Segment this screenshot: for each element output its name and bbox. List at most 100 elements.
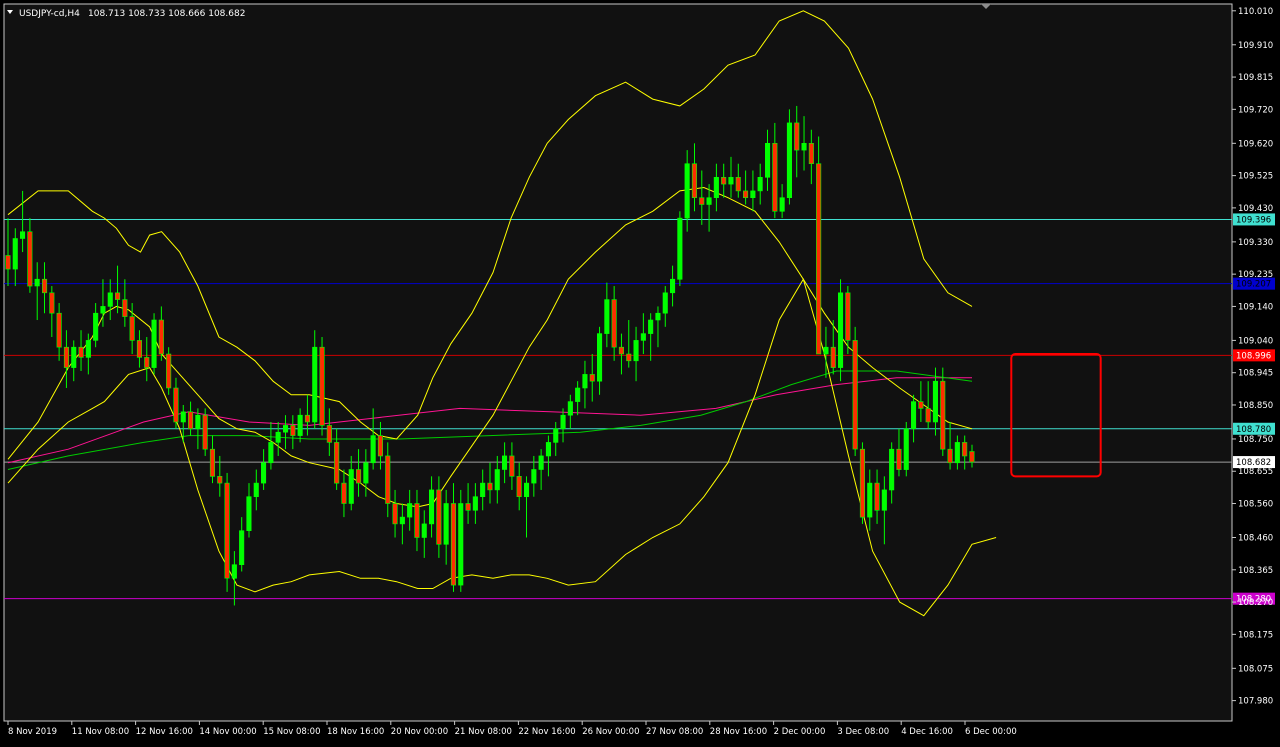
candle-bull <box>706 197 712 205</box>
chart-header: USDJPY-cd,H4 108.713 108.733 108.666 108… <box>7 9 245 19</box>
candle-bear <box>940 380 946 450</box>
candle-bear <box>516 475 522 497</box>
candle-bull <box>954 442 960 464</box>
x-tick-label: 20 Nov 00:00 <box>391 727 448 737</box>
y-tick-label: 109.330 <box>1238 238 1273 248</box>
candle-bear <box>202 414 208 450</box>
candle-bear <box>129 316 135 341</box>
candle-bull <box>932 380 939 423</box>
candle-bear <box>385 455 391 504</box>
candle-bear <box>5 255 11 270</box>
candle-bull <box>312 346 318 423</box>
candle-bull <box>779 197 785 212</box>
candle-bull <box>560 414 566 430</box>
candle-bull <box>889 448 895 491</box>
candle-bear <box>742 190 749 198</box>
candle-bear <box>355 469 362 484</box>
x-tick-label: 6 Dec 00:00 <box>965 727 1017 737</box>
candle-bull <box>151 319 157 368</box>
y-tick-label: 108.655 <box>1238 467 1273 477</box>
price-tag-label: 108.996 <box>1236 351 1271 361</box>
candle-bull <box>764 143 771 178</box>
y-tick-label: 109.720 <box>1238 105 1273 115</box>
candle-bull <box>501 455 508 470</box>
candle-bull <box>363 462 369 484</box>
candle-bear <box>414 503 420 538</box>
candle-bear <box>224 482 230 579</box>
candle-bear <box>699 197 705 205</box>
candle-bear <box>691 163 698 198</box>
candle-bear <box>794 122 800 151</box>
y-tick-label: 109.620 <box>1238 139 1273 149</box>
candle-bull <box>713 177 719 199</box>
candle-bull <box>472 496 478 511</box>
candle-bear <box>341 482 347 504</box>
candle-bull <box>239 530 245 566</box>
candle-bear <box>611 299 617 348</box>
candle-bull <box>684 163 690 219</box>
y-tick-label: 108.560 <box>1238 500 1273 510</box>
candle-bear <box>334 442 340 484</box>
candle-bull <box>757 177 763 192</box>
candle-bull <box>567 401 573 416</box>
candle-bear <box>173 387 179 423</box>
y-tick-label: 110.010 <box>1238 7 1273 17</box>
y-tick-label: 108.750 <box>1238 435 1273 445</box>
candle-bull <box>297 414 303 436</box>
x-tick-label: 22 Nov 16:00 <box>518 727 575 737</box>
candle-bull <box>399 516 405 525</box>
candle-bear <box>509 455 515 477</box>
y-tick-label: 109.235 <box>1238 270 1273 280</box>
candle-bull <box>34 278 40 287</box>
candle-bear <box>144 357 150 368</box>
candle-bull <box>648 319 654 334</box>
candle-bear <box>115 292 121 300</box>
y-tick-label: 108.460 <box>1238 534 1273 544</box>
candle-bull <box>903 428 909 470</box>
candle-bear <box>874 482 880 511</box>
chart-window[interactable]: 109.396 109.207 108.996 108.780 108.682 108.2… <box>0 0 1280 743</box>
candle-bear <box>136 340 142 358</box>
x-tick-label: 11 Nov 08:00 <box>72 727 129 737</box>
candle-bear <box>808 143 814 165</box>
candle-bull <box>268 442 274 464</box>
candle-bear <box>918 401 924 409</box>
candle-bear <box>392 503 398 525</box>
candle-bear <box>377 435 384 457</box>
candle-bear <box>969 451 975 463</box>
x-tick-label: 2 Dec 00:00 <box>774 727 826 737</box>
price-tag-label: 109.207 <box>1236 280 1271 290</box>
x-tick-label: 8 Nov 2019 <box>8 727 57 737</box>
candle-bear <box>626 353 632 362</box>
candle-bull <box>633 340 639 362</box>
y-tick-label: 108.075 <box>1238 664 1273 674</box>
candle-bear <box>772 143 778 212</box>
candle-bull <box>19 231 26 239</box>
candle-bear <box>721 177 727 185</box>
candle-bull <box>275 431 281 443</box>
candle-bull <box>604 299 610 334</box>
y-tick-label: 107.980 <box>1238 697 1273 707</box>
candle-bull <box>12 238 18 270</box>
y-tick-label: 109.525 <box>1238 172 1273 182</box>
candle-bull <box>260 462 267 484</box>
candle-bull <box>195 414 201 430</box>
candle-bull <box>246 496 252 532</box>
candle-bull <box>282 425 289 433</box>
candle-bull <box>180 411 186 423</box>
price-chart[interactable]: 109.396109.207108.996108.780108.682108.2… <box>0 0 1280 743</box>
candle-bear <box>304 414 311 423</box>
x-tick-label: 27 Nov 08:00 <box>646 727 703 737</box>
y-tick-label: 108.175 <box>1238 630 1273 640</box>
y-tick-label: 109.040 <box>1238 336 1273 346</box>
candle-bear <box>859 448 866 518</box>
x-tick-label: 3 Dec 08:00 <box>837 727 889 737</box>
candle-bear <box>166 353 172 389</box>
candle-bull <box>85 340 91 358</box>
candle-bull <box>881 489 887 511</box>
candle-bear <box>217 475 223 484</box>
candle-bear <box>122 299 128 317</box>
candle-bull <box>910 401 917 430</box>
candle-bear <box>41 278 48 294</box>
candle-bull <box>662 292 668 314</box>
